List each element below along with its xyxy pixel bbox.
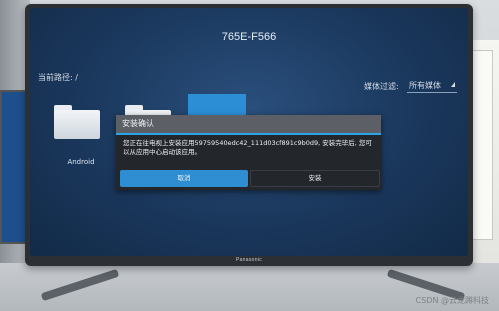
folder-android-label: Android xyxy=(67,158,95,166)
install-button[interactable]: 安装 xyxy=(250,170,380,187)
tv-bezel: 765E-F566 当前路径: / 媒体过滤: 所有媒体 Android 安装确… xyxy=(25,4,473,266)
folder-android[interactable] xyxy=(54,105,100,139)
dialog-divider xyxy=(116,133,381,135)
dropdown-arrow-icon xyxy=(451,82,455,87)
tv-brand-logo: Panasonic xyxy=(235,257,263,263)
dialog-title: 安装确认 xyxy=(122,119,154,128)
device-title: 765E-F566 xyxy=(221,31,277,43)
cancel-button[interactable]: 取消 xyxy=(120,170,248,187)
watermark: CSDN @云龙蹲科技 xyxy=(415,296,489,305)
dialog-message: 您正在往电视上安装应用59759540edc42_111d03cf891c9b0… xyxy=(123,139,372,156)
install-confirm-dialog: 安装确认 您正在往电视上安装应用59759540edc42_111d03cf89… xyxy=(116,115,381,190)
dialog-header: 安装确认 xyxy=(116,115,381,133)
folder-icon-body xyxy=(54,110,100,139)
tv-screen: 765E-F566 当前路径: / 媒体过滤: 所有媒体 Android 安装确… xyxy=(30,8,468,256)
media-filter-label: 媒体过滤: xyxy=(364,82,399,91)
media-filter-value: 所有媒体 xyxy=(409,81,441,90)
current-path: 当前路径: / xyxy=(38,73,78,82)
media-filter-select[interactable]: 所有媒体 xyxy=(407,79,457,93)
